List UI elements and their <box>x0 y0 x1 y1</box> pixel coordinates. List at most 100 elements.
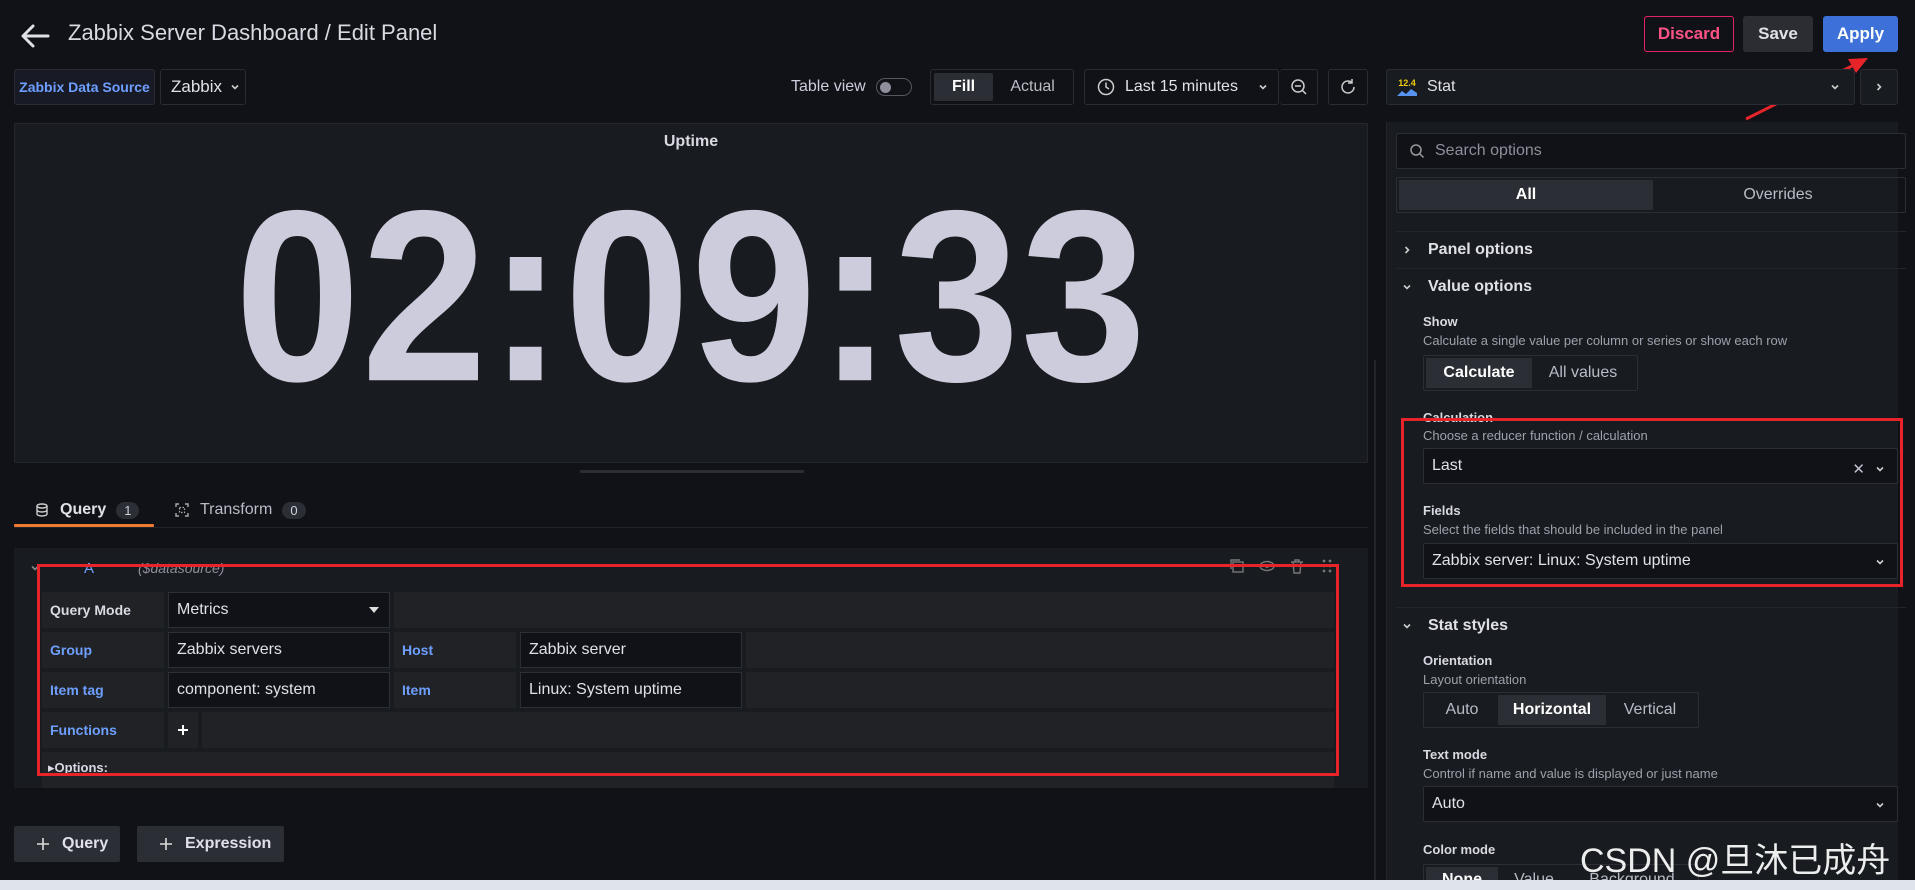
host-input[interactable]: Zabbix server <box>520 632 742 668</box>
tab-overrides[interactable]: Overrides <box>1653 180 1903 210</box>
chevron-right-icon <box>1876 83 1882 91</box>
orientation-auto-option[interactable]: Auto <box>1426 695 1498 725</box>
chevron-down-icon <box>1831 84 1839 90</box>
options-row <box>42 752 1334 788</box>
database-icon <box>36 503 48 517</box>
chevron-down-icon <box>1876 559 1884 565</box>
show-radio-group: Calculate All values <box>1423 355 1638 391</box>
fields-select[interactable]: Zabbix server: Linux: System uptime <box>1423 543 1898 579</box>
row-filler <box>202 712 1334 748</box>
eye-icon[interactable] <box>1258 557 1276 575</box>
expand-options-button[interactable] <box>1860 69 1898 105</box>
tab-all[interactable]: All <box>1399 180 1653 210</box>
show-calculate-option[interactable]: Calculate <box>1426 358 1532 388</box>
table-view-toggle[interactable]: Table view <box>781 69 925 105</box>
visualization-value: Stat <box>1427 78 1456 95</box>
orientation-horizontal-option[interactable]: Horizontal <box>1498 695 1606 725</box>
options-tabs: All Overrides <box>1396 177 1906 213</box>
fill-option[interactable]: Fill <box>934 73 994 101</box>
tab-query-count: 1 <box>116 501 140 519</box>
text-mode-description: Control if name and value is displayed o… <box>1423 766 1718 781</box>
group-input[interactable]: Zabbix servers <box>168 632 390 668</box>
toggle-switch[interactable] <box>875 78 912 96</box>
calculation-label: Calculation <box>1423 410 1494 425</box>
zoom-out-icon <box>1290 79 1307 95</box>
functions-row: Functions <box>42 712 1334 748</box>
caret-down-icon <box>369 607 379 613</box>
add-expression-label: Expression <box>185 835 272 852</box>
stat-value: 02:09:33 <box>234 158 1148 433</box>
datasource-picker[interactable]: Zabbix <box>160 69 246 105</box>
query-actions <box>1228 557 1336 575</box>
show-description: Calculate a single value per column or s… <box>1423 333 1788 348</box>
active-tab-indicator <box>14 524 154 527</box>
show-all-values-option[interactable]: All values <box>1532 358 1634 388</box>
text-mode-value: Auto <box>1432 795 1465 812</box>
add-expression-button[interactable]: Expression <box>137 826 284 862</box>
page-title: Zabbix Server Dashboard / Edit Panel <box>68 20 438 45</box>
item-tag-input[interactable]: component: system <box>168 672 390 708</box>
orientation-vertical-option[interactable]: Vertical <box>1606 695 1694 725</box>
back-arrow-icon[interactable] <box>18 20 52 52</box>
query-datasource: ($datasource) <box>138 560 225 576</box>
text-mode-label: Text mode <box>1423 747 1488 762</box>
plus-icon <box>37 838 49 850</box>
datasource-label: Zabbix Data Source <box>14 69 155 105</box>
value-options-section[interactable]: Value options <box>1396 268 1906 304</box>
drag-handle-icon[interactable] <box>1318 557 1336 575</box>
item-label: Item <box>394 672 516 708</box>
trash-icon[interactable] <box>1288 557 1306 575</box>
group-label: Group <box>42 632 164 668</box>
transform-icon <box>175 503 189 517</box>
stat-styles-section[interactable]: Stat styles <box>1396 607 1906 643</box>
fill-actual-switch[interactable]: Fill Actual <box>930 69 1074 105</box>
functions-label: Functions <box>42 712 164 748</box>
fields-description: Select the fields that should be include… <box>1423 522 1723 537</box>
search-placeholder: Search options <box>1435 142 1542 159</box>
duplicate-icon[interactable] <box>1228 557 1246 575</box>
query-header[interactable]: A ($datasource) <box>28 556 1348 580</box>
discard-button[interactable]: Discard <box>1644 16 1734 52</box>
options-toggle[interactable]: ▸Options: <box>48 760 108 776</box>
calculation-select[interactable]: Last ✕ <box>1423 448 1898 484</box>
query-mode-value: Metrics <box>177 601 229 618</box>
tab-transform[interactable]: Transform 0 <box>174 492 306 528</box>
host-label: Host <box>394 632 516 668</box>
chevron-down-icon <box>1259 84 1267 90</box>
panel-options-section[interactable]: Panel options <box>1396 231 1906 267</box>
text-mode-select[interactable]: Auto <box>1423 786 1898 822</box>
resize-handle[interactable] <box>580 470 804 473</box>
item-input[interactable]: Linux: System uptime <box>520 672 742 708</box>
chevron-down-icon <box>1876 466 1884 472</box>
pane-splitter[interactable] <box>1374 360 1376 890</box>
chevron-down-icon[interactable] <box>28 561 42 575</box>
save-button[interactable]: Save <box>1743 16 1813 52</box>
datasource-value: Zabbix <box>171 77 223 96</box>
apply-button[interactable]: Apply <box>1823 16 1898 52</box>
value-options-label: Value options <box>1428 277 1533 295</box>
search-options-field[interactable]: Search options <box>1396 133 1906 169</box>
chevron-down-icon <box>1403 284 1411 290</box>
calculation-description: Choose a reducer function / calculation <box>1423 428 1648 443</box>
row-filler <box>746 672 1334 708</box>
plus-icon <box>160 838 172 850</box>
query-ref-id[interactable]: A <box>84 560 94 577</box>
actual-option[interactable]: Actual <box>995 73 1070 101</box>
add-query-button[interactable]: Query <box>14 826 120 862</box>
options-label: Options: <box>54 760 108 775</box>
zoom-out-button[interactable] <box>1280 69 1318 105</box>
fields-value: Zabbix server: Linux: System uptime <box>1432 552 1691 569</box>
plus-icon <box>178 725 188 735</box>
query-mode-select[interactable]: Metrics <box>168 592 390 628</box>
search-icon <box>1410 144 1425 159</box>
clear-icon[interactable]: ✕ <box>1852 460 1865 478</box>
time-range-picker[interactable]: Last 15 minutes <box>1084 69 1279 105</box>
query-mode-label: Query Mode <box>42 592 164 628</box>
add-function-button[interactable] <box>168 712 198 748</box>
tab-query[interactable]: Query 1 <box>34 492 140 528</box>
visualization-picker[interactable]: 12.4 Stat <box>1386 69 1855 105</box>
refresh-button[interactable] <box>1328 69 1368 105</box>
watermark: CSDN @旦沐已成舟 <box>1580 842 1891 880</box>
editor-tabs: Query 1 Transform 0 <box>14 492 1368 528</box>
panel-options-label: Panel options <box>1428 240 1533 258</box>
